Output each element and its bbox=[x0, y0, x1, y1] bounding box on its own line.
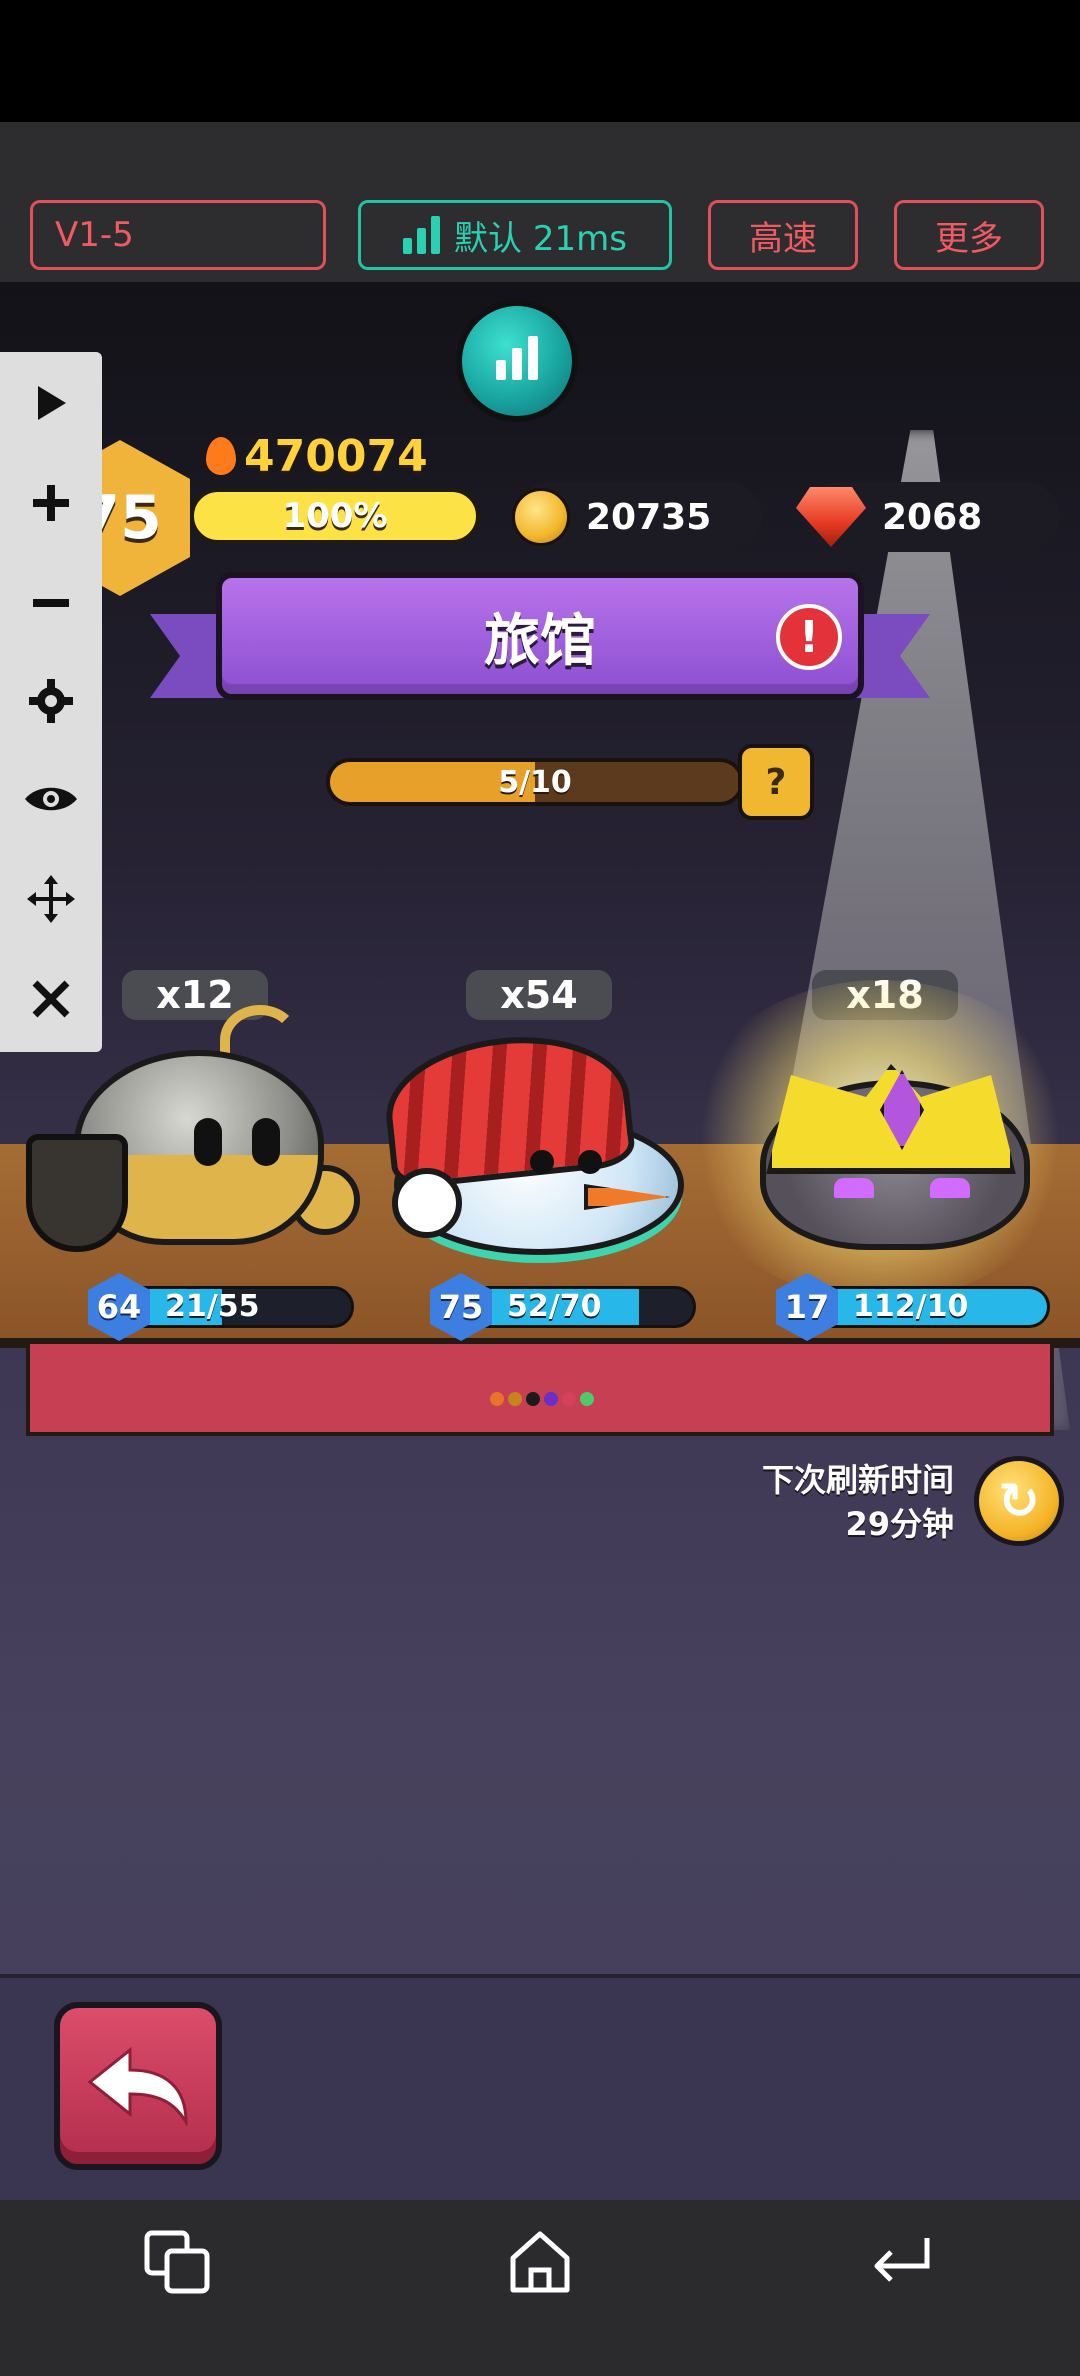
more-button[interactable]: 更多 bbox=[894, 200, 1044, 270]
power-display: 470074 bbox=[206, 430, 428, 482]
creature-hp: 21/55 bbox=[165, 1289, 260, 1324]
creature-level: 75 bbox=[430, 1273, 492, 1341]
creature-hp: 52/70 bbox=[507, 1289, 602, 1324]
power-value: 470074 bbox=[244, 430, 428, 482]
refresh-label: 下次刷新时间 bbox=[761, 1461, 954, 1499]
creature-hp-bar: 112/10 bbox=[828, 1286, 1050, 1328]
home-icon[interactable] bbox=[500, 2222, 580, 2302]
creature-stats: 64 21/55 bbox=[88, 1273, 354, 1341]
speed-button[interactable]: 高速 bbox=[708, 200, 858, 270]
page-dot bbox=[562, 1392, 576, 1406]
refresh-icon: ↻ bbox=[998, 1472, 1040, 1530]
gem-value: 2068 bbox=[882, 496, 983, 538]
play-icon[interactable] bbox=[18, 370, 84, 436]
creature-panel[interactable] bbox=[26, 1344, 1054, 1436]
recent-apps-icon[interactable] bbox=[138, 2222, 218, 2302]
inn-progress-bar: 5/10 bbox=[326, 758, 744, 806]
creature-level: 64 bbox=[88, 1273, 150, 1341]
network-label: 默认 21ms bbox=[454, 218, 627, 259]
creature-eye bbox=[578, 1150, 602, 1174]
page-dot bbox=[526, 1392, 540, 1406]
help-button[interactable]: ? bbox=[738, 744, 814, 820]
progress-text: 5/10 bbox=[498, 764, 572, 800]
plus-icon[interactable] bbox=[18, 470, 84, 536]
back-button[interactable] bbox=[54, 2002, 222, 2170]
creature-eye bbox=[194, 1118, 222, 1166]
creature-hp-bar: 21/55 bbox=[140, 1286, 354, 1328]
page-dot bbox=[508, 1392, 522, 1406]
signal-icon bbox=[403, 216, 441, 254]
banner-title: 旅馆 bbox=[484, 608, 596, 674]
creature-count: x54 bbox=[466, 970, 612, 1020]
creature-stats: 75 52/70 bbox=[430, 1273, 696, 1341]
xp-percent: 100% bbox=[282, 496, 388, 536]
stats-button[interactable] bbox=[456, 300, 578, 422]
creature-stats: 17 112/10 bbox=[776, 1273, 1050, 1341]
shield-icon bbox=[26, 1134, 128, 1252]
alert-icon[interactable]: ! bbox=[776, 604, 842, 670]
back-arrow-icon bbox=[87, 2046, 188, 2126]
version-button[interactable]: V1-5 bbox=[30, 200, 326, 270]
more-label: 更多 bbox=[935, 218, 1003, 259]
coin-counter[interactable]: 20735 bbox=[512, 482, 762, 552]
creature-hp: 112/10 bbox=[853, 1289, 969, 1324]
flame-icon bbox=[206, 437, 236, 475]
coin-icon bbox=[512, 488, 570, 546]
inn-title-banner: 旅馆 bbox=[216, 572, 864, 700]
eye-icon[interactable] bbox=[18, 766, 84, 832]
creature-pompom bbox=[392, 1168, 462, 1238]
coin-value: 20735 bbox=[586, 496, 712, 538]
minus-icon[interactable] bbox=[18, 570, 84, 636]
network-button[interactable]: 默认 21ms bbox=[358, 200, 672, 270]
version-label: V1-5 bbox=[55, 215, 134, 255]
creature-eye bbox=[834, 1178, 874, 1198]
gem-counter[interactable]: 2068 bbox=[796, 482, 1060, 552]
back-nav-icon[interactable] bbox=[862, 2222, 942, 2302]
creature-eye bbox=[530, 1150, 554, 1174]
help-symbol: ? bbox=[765, 761, 787, 803]
gear-icon[interactable] bbox=[18, 668, 84, 734]
speed-label: 高速 bbox=[749, 218, 817, 259]
stats-bar-icon bbox=[528, 336, 538, 380]
page-dot bbox=[544, 1392, 558, 1406]
page-dot bbox=[580, 1392, 594, 1406]
creature-eye bbox=[930, 1178, 970, 1198]
xp-bar: 100% bbox=[190, 488, 480, 544]
alert-symbol: ! bbox=[798, 611, 820, 663]
close-icon[interactable] bbox=[18, 966, 84, 1032]
stats-bar-icon bbox=[496, 360, 506, 380]
refresh-time: 29分钟 bbox=[845, 1505, 954, 1543]
creature-level: 17 bbox=[776, 1273, 838, 1341]
move-icon[interactable] bbox=[18, 866, 84, 932]
creature-hp-bar: 52/70 bbox=[482, 1286, 696, 1328]
refresh-button[interactable]: ↻ bbox=[974, 1456, 1064, 1546]
creature-eye bbox=[252, 1118, 280, 1166]
stats-bar-icon bbox=[512, 348, 522, 380]
refresh-info: 下次刷新时间 29分钟 bbox=[690, 1458, 954, 1546]
page-dot bbox=[490, 1392, 504, 1406]
